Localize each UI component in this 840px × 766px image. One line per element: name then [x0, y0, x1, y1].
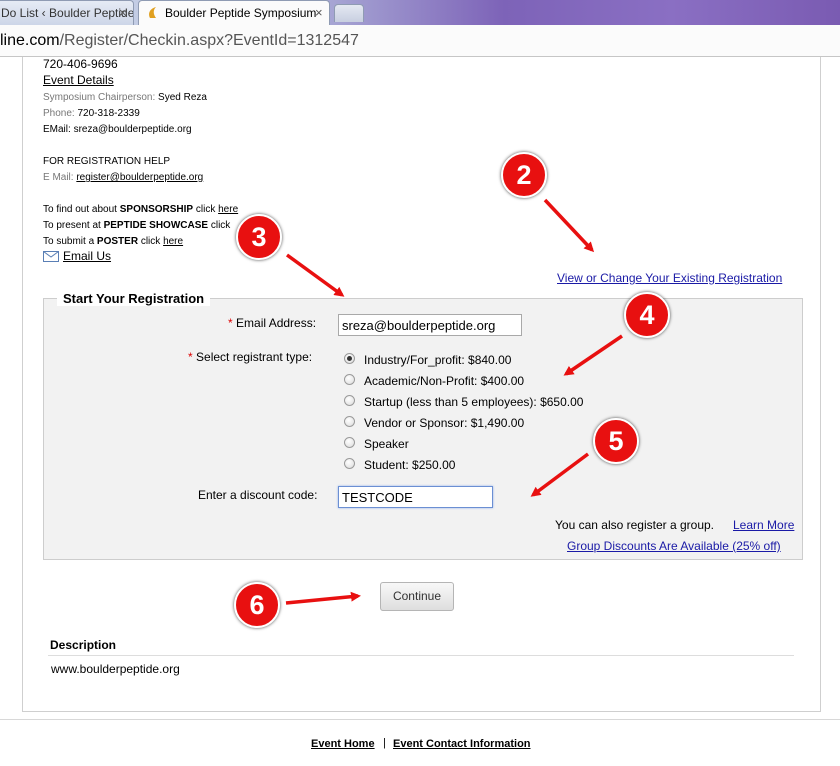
arrow-6 [285, 591, 361, 605]
arrow-5 [530, 452, 590, 497]
arrow-3 [285, 253, 345, 297]
arrow-4 [563, 334, 623, 376]
arrow-2 [543, 198, 595, 253]
annotation-arrows [285, 198, 623, 605]
annotation-badge-5: 5 [593, 418, 639, 464]
annotation-badge-6: 6 [234, 582, 280, 628]
annotation-badge-2: 2 [501, 152, 547, 198]
annotation-badge-4: 4 [624, 292, 670, 338]
annotation-badge-3: 3 [236, 214, 282, 260]
